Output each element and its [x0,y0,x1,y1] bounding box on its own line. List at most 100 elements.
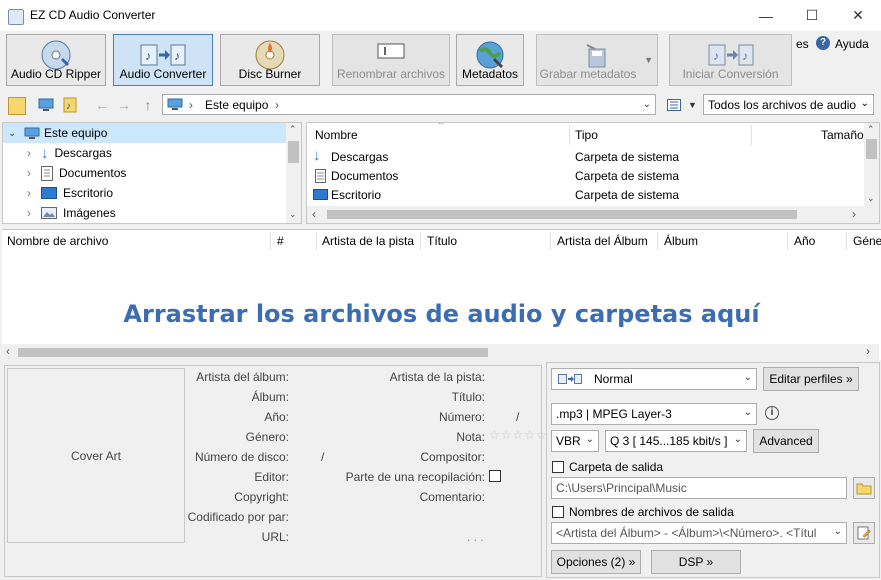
rating-stars[interactable]: ☆☆☆☆☆ [489,428,548,442]
column-header-number[interactable]: # [277,234,284,248]
column-header-album[interactable]: Álbum [664,234,698,248]
rename-files-button[interactable]: Renombrar archivos [332,34,450,86]
minimize-button[interactable]: — [743,0,789,31]
column-divider[interactable] [846,232,847,250]
computer-nav-icon[interactable] [36,95,56,115]
scroll-up-arrow[interactable]: ⌃ [289,124,297,135]
help-icon[interactable]: ? [816,36,830,50]
info-icon[interactable]: i [765,406,779,420]
column-divider[interactable] [657,232,658,250]
tree-item-label: Este equipo [44,126,108,140]
advanced-button[interactable]: Advanced [753,429,819,453]
column-header-year[interactable]: Año [794,234,815,248]
start-conversion-button[interactable]: ♪ ♪ Iniciar Conversión [669,34,792,86]
options-button[interactable]: Opciones (2) » [551,550,641,574]
edit-profiles-button[interactable]: Editar perfiles » [763,367,859,391]
address-location[interactable]: Este equipo [205,98,268,112]
output-filenames-label[interactable]: Nombres de archivos de salida [569,505,734,519]
scroll-up-arrow[interactable]: ⌃ [867,124,875,135]
close-button[interactable]: ✕ [835,0,881,31]
folder-up-icon[interactable] [8,97,26,115]
file-list-hscroll-thumb[interactable] [327,210,797,219]
column-divider[interactable] [270,232,271,250]
address-bar[interactable]: › Este equipo › ⌄ [162,94,656,115]
scroll-right-arrow[interactable]: › [852,207,856,221]
file-list-vertical-scrollbar[interactable]: ⌃ ⌄ [864,123,879,206]
url-more-ellipsis[interactable]: . . . [467,530,484,544]
column-divider[interactable] [569,125,570,145]
file-row[interactable]: ↓ Descargas Carpeta de sistema [307,147,865,167]
view-mode-dropdown-arrow[interactable]: ▼ [688,100,697,110]
column-header-genre[interactable]: Géne [853,234,881,248]
disc-burner-button[interactable]: Disc Burner [220,34,320,86]
format-select[interactable]: .mp3 | MPEG Layer-3 ⌄ [551,403,757,425]
column-header-type[interactable]: Tipo [575,128,598,142]
tree-item-documentos[interactable]: › Documentos [3,163,286,183]
tree-expand-icon[interactable]: ⌄ [8,128,20,139]
folder-tree[interactable]: ⌄ Este equipo › ↓ Descargas › Documentos… [2,122,302,224]
maximize-button[interactable]: ☐ [789,0,835,31]
tree-item-descargas[interactable]: › ↓ Descargas [3,143,286,163]
scroll-right-arrow[interactable]: › [866,344,870,358]
column-header-track-artist[interactable]: Artista de la pista [322,234,414,248]
scroll-left-arrow[interactable]: ‹ [312,207,316,221]
column-divider[interactable] [420,232,421,250]
bitrate-mode-select[interactable]: VBR ⌄ [551,430,599,452]
scroll-left-arrow[interactable]: ‹ [6,344,10,358]
column-header-size[interactable]: Tamaño [821,128,864,142]
output-folder-label[interactable]: Carpeta de salida [569,460,663,474]
back-arrow-icon[interactable]: ← [92,95,112,115]
file-list-scrollbar-thumb[interactable] [866,139,877,159]
tree-collapse-icon[interactable]: › [27,206,39,220]
column-divider[interactable] [316,232,317,250]
tree-item-imagenes[interactable]: › Imágenes [3,203,286,223]
audio-converter-button[interactable]: ♪ ♪ Audio Converter [113,34,213,86]
scroll-down-arrow[interactable]: ⌄ [867,193,875,204]
column-header-filename[interactable]: Nombre de archivo [7,234,108,248]
column-header-album-artist[interactable]: Artista del Álbum [557,234,648,248]
file-list[interactable]: ⌃ Nombre Tipo Tamaño ↓ Descargas Carpeta… [306,122,880,224]
tree-item-escritorio[interactable]: › Escritorio [3,183,286,203]
tree-collapse-icon[interactable]: › [27,146,39,160]
profile-select[interactable]: Normal ⌄ [551,368,757,390]
address-dropdown-arrow[interactable]: ⌄ [643,99,651,110]
track-list-hscroll-thumb[interactable] [18,348,488,357]
filename-pattern-field[interactable]: <Artista del Álbum> - <Álbum>\<Número>. … [551,522,847,544]
options-menu-label[interactable]: es [796,37,809,51]
up-arrow-icon[interactable]: ↑ [138,95,158,115]
quality-select[interactable]: Q 3 [ 145...185 kbit/s ] ⌄ [605,430,747,452]
save-metadata-button[interactable]: Grabar metadatos ▼ [536,34,658,86]
column-header-name[interactable]: Nombre [315,128,358,142]
tree-collapse-icon[interactable]: › [27,166,39,180]
tree-scrollbar-thumb[interactable] [288,141,299,163]
file-list-horizontal-scrollbar[interactable]: ‹ › [307,206,879,223]
view-mode-icon[interactable] [664,95,684,115]
file-type-filter[interactable]: Todos los archivos de audio ⌄ [703,94,874,115]
tree-collapse-icon[interactable]: › [27,186,39,200]
track-list[interactable]: Nombre de archivo # Artista de la pista … [2,229,881,360]
metadata-button[interactable]: Metadatos [456,34,524,86]
save-metadata-dropdown-arrow[interactable]: ▼ [644,55,653,65]
column-divider[interactable] [751,125,752,145]
file-row[interactable]: Documentos Carpeta de sistema [307,167,865,186]
tree-scrollbar[interactable]: ⌃ ⌄ [286,123,301,223]
music-folder-icon[interactable]: ♪ [60,95,80,115]
output-filenames-checkbox[interactable] [552,506,564,518]
cover-art[interactable]: Cover Art [7,368,185,543]
dsp-button[interactable]: DSP » [651,550,741,574]
scroll-down-arrow[interactable]: ⌄ [289,209,297,220]
column-divider[interactable] [787,232,788,250]
output-folder-field[interactable]: C:\Users\Principal\Music [551,477,847,499]
compilation-checkbox[interactable] [489,470,501,482]
column-header-title[interactable]: Título [427,234,457,248]
edit-pattern-button[interactable] [853,522,875,544]
audio-cd-ripper-button[interactable]: Audio CD Ripper [6,34,106,86]
forward-arrow-icon[interactable]: → [114,95,134,115]
column-divider[interactable] [550,232,551,250]
help-menu[interactable]: Ayuda [835,37,869,51]
tree-item-este-equipo[interactable]: ⌄ Este equipo [3,123,286,143]
track-list-horizontal-scrollbar[interactable]: ‹ › [2,344,879,360]
browse-folder-button[interactable] [853,477,875,499]
output-folder-checkbox[interactable] [552,461,564,473]
file-row[interactable]: Escritorio Carpeta de sistema [307,186,865,205]
